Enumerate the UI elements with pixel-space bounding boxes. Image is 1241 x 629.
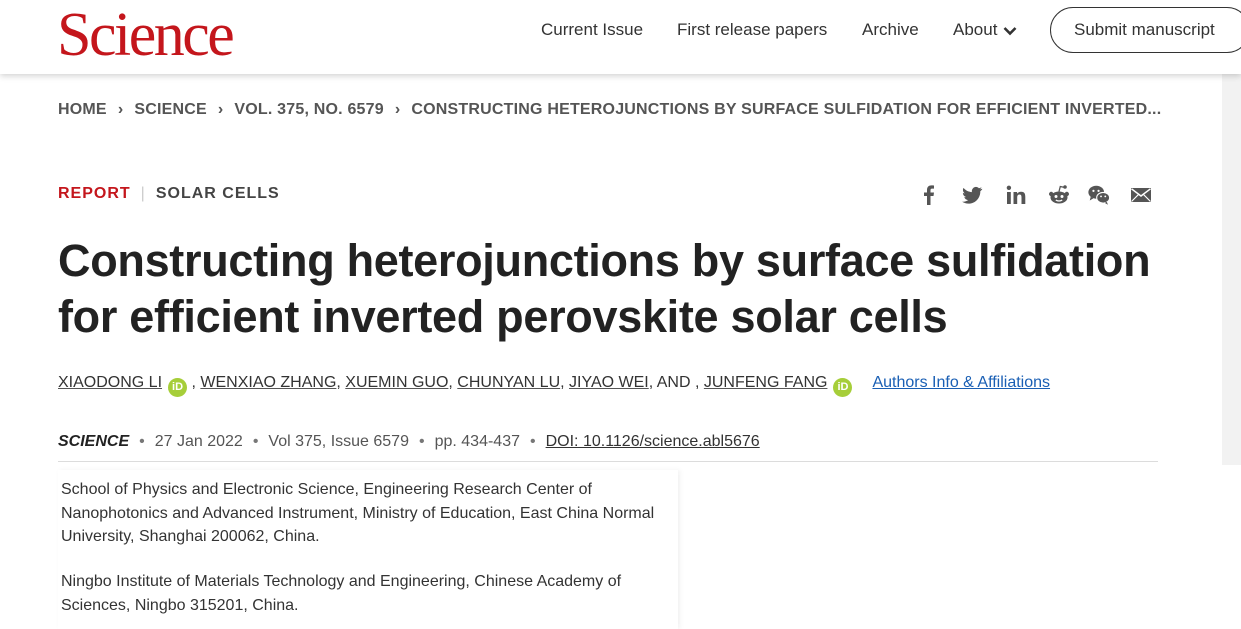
site-header: Science Current Issue First release pape… (0, 0, 1241, 74)
citation-meta: SCIENCE • 27 Jan 2022 • Vol 375, Issue 6579 •… (58, 432, 760, 452)
volume-issue: Vol 375, Issue 6579 (268, 433, 409, 450)
publication-date: 27 Jan 2022 (154, 433, 243, 450)
author-separator: , (648, 374, 657, 391)
meta-separator: • (139, 433, 145, 450)
meta-separator: • (418, 433, 425, 450)
nav-current-issue[interactable]: Current Issue (541, 20, 643, 40)
author-separator: , (560, 374, 570, 391)
orcid-icon[interactable]: iD (833, 378, 853, 397)
nav-first-release-papers[interactable]: First release papers (677, 20, 827, 40)
twitter-icon[interactable] (960, 183, 984, 207)
article-type: REPORT (58, 185, 131, 202)
meta-separator: • (252, 433, 259, 450)
author-separator: , (448, 374, 458, 391)
author-link[interactable]: WENXIAO ZHANG (200, 374, 336, 391)
affiliation-item: Ningbo Institute of Materials Technology… (61, 573, 622, 614)
breadcrumb-current: CONSTRUCTING HETEROJUNCTIONS BY SURFACE … (411, 101, 1162, 118)
right-scroll-area (1222, 74, 1241, 465)
author-separator: , (187, 374, 201, 391)
article-category-row: REPORT | SOLAR CELLS (58, 185, 280, 203)
author-link[interactable]: JUNFENG FANG (704, 374, 828, 391)
author-separator: , (690, 374, 704, 391)
doi-link[interactable]: DOI: 10.1126/science.abl5676 (546, 433, 760, 450)
facebook-icon[interactable] (917, 183, 941, 207)
orcid-icon[interactable]: iD (168, 378, 188, 397)
breadcrumb-home[interactable]: HOME (58, 101, 107, 119)
author-list: XIAODONG LI iD , WENXIAO ZHANG, XUEMIN GU… (58, 373, 1050, 397)
linkedin-icon[interactable] (1004, 183, 1028, 207)
category-divider: | (140, 185, 146, 202)
nav-about[interactable]: About (953, 20, 1017, 40)
authors-info-affiliations-link[interactable]: Authors Info & Affiliations (872, 374, 1050, 391)
wechat-icon[interactable] (1087, 183, 1111, 207)
reddit-icon[interactable] (1047, 183, 1071, 207)
email-icon[interactable] (1129, 183, 1153, 207)
breadcrumb-chevron-icon: › (217, 101, 224, 118)
nav-archive[interactable]: Archive (862, 20, 919, 40)
author-link[interactable]: CHUNYAN LU (457, 374, 560, 391)
breadcrumb-volume[interactable]: VOL. 375, NO. 6579 (234, 101, 383, 119)
meta-divider (58, 461, 1158, 462)
breadcrumb-chevron-icon: › (117, 101, 124, 118)
author-link[interactable]: XUEMIN GUO (345, 374, 448, 391)
journal-name: SCIENCE (58, 433, 130, 450)
article-title: Constructing heterojunctions by surface … (58, 235, 1151, 342)
author-separator: , (336, 374, 346, 391)
nav-about-label: About (953, 20, 998, 39)
meta-separator: • (530, 433, 536, 450)
science-logo[interactable]: Science (57, 4, 235, 66)
breadcrumb-chevron-icon: › (394, 101, 401, 118)
affiliation-item: School of Physics and Electronic Science… (61, 481, 655, 545)
submit-manuscript-button[interactable]: Submit manuscript (1050, 7, 1241, 53)
author-link[interactable]: XIAODONG LI (58, 374, 162, 391)
author-link[interactable]: JIYAO WEI (569, 374, 649, 391)
breadcrumb-science[interactable]: SCIENCE (134, 101, 207, 119)
page-range: pp. 434-437 (434, 433, 520, 450)
article-category[interactable]: SOLAR CELLS (156, 185, 280, 202)
author-and: AND (656, 374, 691, 391)
chevron-down-icon (1004, 26, 1017, 35)
breadcrumb: HOME › SCIENCE › VOL. 375, NO. 6579 › CONSTRUC… (58, 101, 1161, 119)
